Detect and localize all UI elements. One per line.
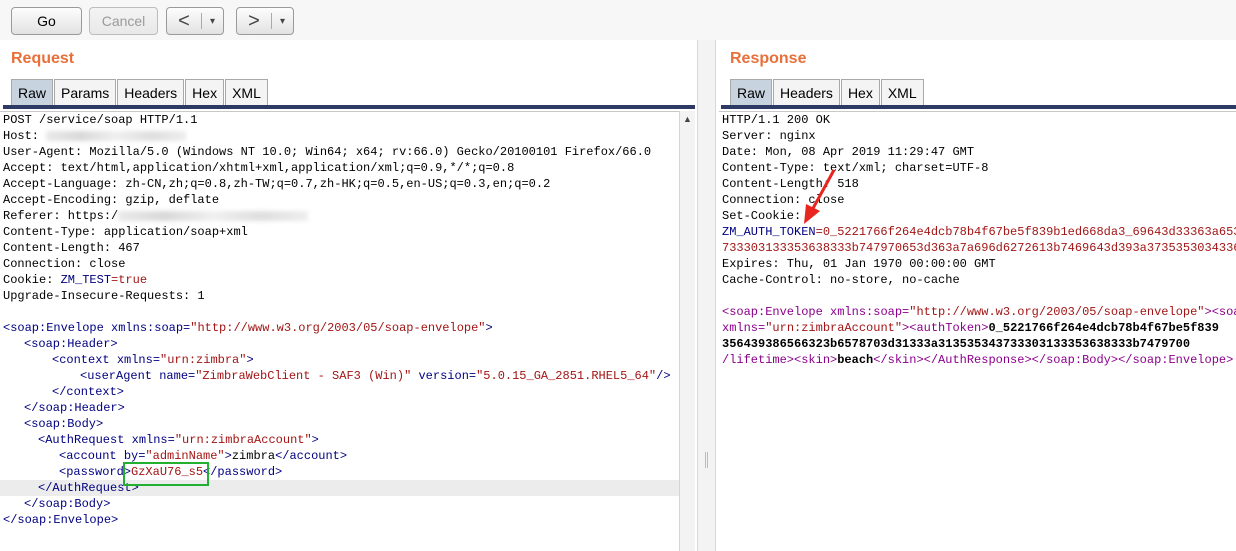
scroll-up-icon[interactable]: ▲: [680, 111, 695, 127]
redacted-referer: [118, 210, 309, 221]
request-pane: Request Raw Params Headers Hex XML POST …: [0, 40, 697, 551]
request-line: <soap:Body>: [24, 417, 104, 431]
request-line: <account by="adminName">zimbra</account>: [59, 449, 348, 463]
response-line: Server: nginx: [722, 129, 816, 143]
request-line: Connection: close: [3, 257, 126, 271]
request-line: [0, 304, 680, 320]
request-line: <password>GzXaU76_s5</password>: [59, 465, 283, 479]
forward-button[interactable]: > ▾: [236, 7, 294, 35]
response-line: Expires: Thu, 01 Jan 1970 00:00:00 GMT: [722, 257, 996, 271]
response-line: /lifetime><skin>beach</skin></AuthRespon…: [722, 353, 1234, 367]
tab-raw[interactable]: Raw: [730, 79, 773, 105]
request-line: <context xmlns="urn:zimbra">: [52, 353, 254, 367]
response-line: ZM_AUTH_TOKEN=0_5221766f264e4dcb78b4f67b…: [722, 225, 1236, 239]
response-line: xmlns="urn:zimbraAccount"><authToken>0_5…: [722, 321, 1219, 335]
request-line: </soap:Body>: [24, 497, 111, 511]
request-line: </soap:Envelope>: [3, 513, 119, 527]
request-line: Accept: text/html,application/xhtml+xml,…: [3, 161, 515, 175]
request-line: User-Agent: Mozilla/5.0 (Windows NT 10.0…: [3, 145, 652, 159]
request-line: Referer: https:/: [0, 208, 680, 224]
splitter-grip-icon[interactable]: [705, 452, 708, 468]
password-highlight-box: [123, 462, 209, 486]
chevron-down-icon[interactable]: ▾: [202, 16, 223, 27]
back-arrow-icon: <: [178, 10, 190, 32]
tab-hex[interactable]: Hex: [185, 79, 225, 105]
tab-underline: [3, 105, 695, 109]
response-line: Cache-Control: no-store, no-cache: [722, 273, 960, 287]
response-line: 356439386566323b6578703d31333a3135353437…: [722, 337, 1191, 351]
tab-xml[interactable]: XML: [880, 79, 924, 105]
go-button[interactable]: Go: [11, 7, 82, 35]
pane-splitter[interactable]: [697, 40, 716, 551]
request-line: Upgrade-Insecure-Requests: 1: [3, 289, 205, 303]
request-line: <soap:Header>: [24, 337, 118, 351]
response-line: 733303133353638333b747970653d363a7a696d6…: [722, 241, 1236, 255]
request-line: <AuthRequest xmlns="urn:zimbraAccount">: [38, 433, 319, 447]
request-line: </soap:Header>: [24, 401, 125, 415]
response-line: [719, 288, 1236, 304]
request-line: <userAgent name="ZimbraWebClient - SAF3 …: [80, 369, 671, 383]
response-editor[interactable]: HTTP/1.1 200 OK Server: nginx Date: Mon,…: [719, 111, 1236, 551]
request-line: Content-Type: application/soap+xml: [3, 225, 248, 239]
annotation-arrow-icon: [804, 169, 836, 224]
request-line: </AuthRequest>: [0, 480, 680, 496]
request-line: Cookie: ZM_TEST=true: [3, 273, 148, 287]
response-line: HTTP/1.1 200 OK: [722, 113, 831, 127]
response-line: Date: Mon, 08 Apr 2019 11:29:47 GMT: [722, 145, 975, 159]
request-scrollbar[interactable]: ▲: [679, 111, 695, 551]
request-line: Host:: [0, 128, 680, 144]
toolbar: Go Cancel < ▾ > ▾: [0, 0, 1236, 40]
request-line: POST /service/soap HTTP/1.1: [3, 113, 198, 127]
request-tabs: Raw Params Headers Hex XML: [11, 79, 269, 105]
chevron-down-icon[interactable]: ▾: [272, 16, 293, 27]
request-line: </context>: [52, 385, 125, 399]
forward-arrow-icon: >: [248, 10, 260, 32]
tab-headers[interactable]: Headers: [117, 79, 185, 105]
request-line: Content-Length: 467: [3, 241, 140, 255]
tab-xml[interactable]: XML: [225, 79, 268, 105]
request-editor[interactable]: POST /service/soap HTTP/1.1 Host: User-A…: [0, 111, 680, 551]
auth-token-name: ZM_AUTH_TOKEN: [722, 225, 816, 239]
request-line: Accept-Language: zh-CN,zh;q=0.8,zh-TW;q=…: [3, 177, 551, 191]
tab-raw[interactable]: Raw: [11, 79, 54, 105]
tab-params[interactable]: Params: [54, 79, 117, 105]
response-line: Connection: close: [722, 193, 845, 207]
back-button[interactable]: < ▾: [166, 7, 224, 35]
tab-underline: [721, 105, 1236, 109]
response-tabs: Raw Headers Hex XML: [730, 79, 925, 105]
response-line: Content-Length: 518: [722, 177, 859, 191]
request-line: <soap:Envelope xmlns:soap="http://www.w3…: [3, 321, 493, 335]
response-line: Set-Cookie:: [722, 209, 809, 223]
tab-hex[interactable]: Hex: [840, 79, 880, 105]
response-pane: Response Raw Headers Hex XML HTTP/1.1 20…: [716, 40, 1236, 551]
request-line: Accept-Encoding: gzip, deflate: [3, 193, 220, 207]
cancel-button[interactable]: Cancel: [89, 7, 158, 35]
response-line: <soap:Envelope xmlns:soap="http://www.w3…: [722, 305, 1236, 319]
response-title: Response: [730, 50, 807, 67]
response-line: Content-Type: text/xml; charset=UTF-8: [722, 161, 989, 175]
redacted-host: [46, 130, 187, 141]
request-title: Request: [11, 50, 75, 67]
tab-headers[interactable]: Headers: [773, 79, 840, 105]
